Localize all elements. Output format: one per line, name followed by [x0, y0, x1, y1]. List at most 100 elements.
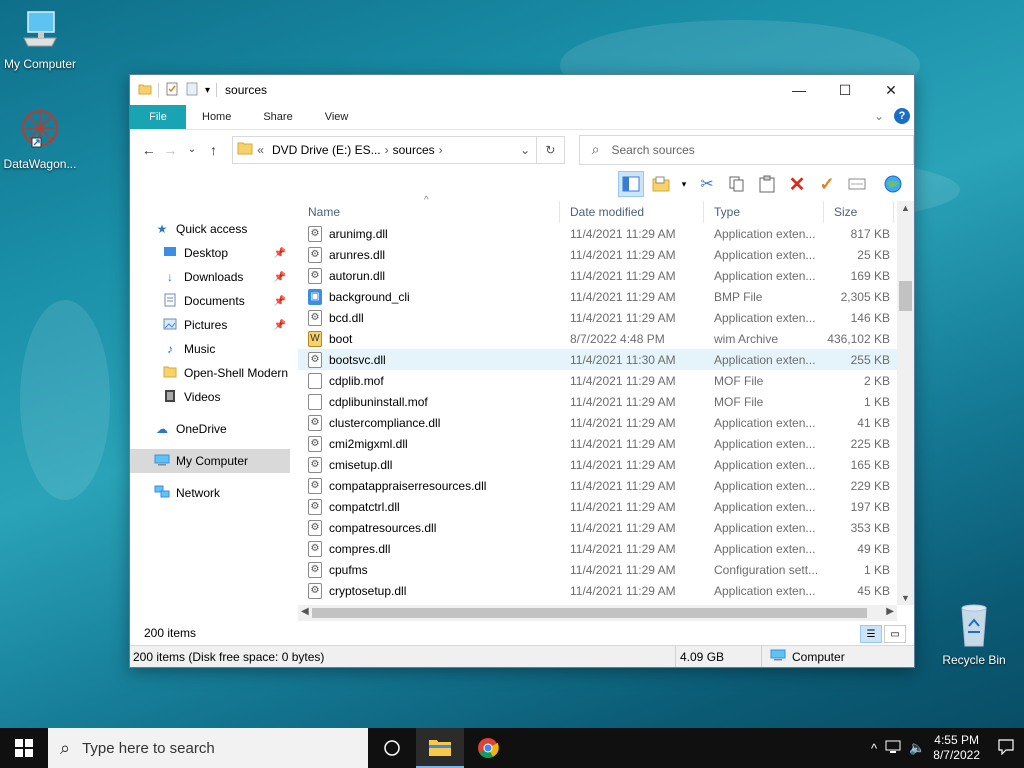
address-bar[interactable]: « DVD Drive (E:) ES... › sources › ⌄ — [232, 135, 538, 164]
details-view-button[interactable]: ☰ — [860, 625, 882, 643]
desktop-icon-my-computer[interactable]: My Computer — [0, 10, 80, 71]
horizontal-scrollbar[interactable]: ◀ ▶ — [298, 605, 897, 621]
breadcrumb-separator[interactable]: › — [439, 143, 443, 157]
table-row[interactable]: ⚙ compres.dll 11/4/2021 11:29 AM Applicatio… — [298, 538, 914, 559]
table-row[interactable]: ⚙ bootsvc.dll 11/4/2021 11:30 AM Applicatio… — [298, 349, 914, 370]
volume-icon[interactable]: 🔈 — [909, 740, 925, 756]
nav-my-computer[interactable]: My Computer — [130, 449, 290, 473]
tab-file[interactable]: File — [130, 105, 186, 129]
tab-home[interactable]: Home — [186, 105, 247, 129]
task-view-button[interactable] — [368, 728, 416, 768]
table-row[interactable]: ⚙ cpufms 11/4/2021 11:29 AM Configuration s… — [298, 559, 914, 580]
file-icon: ⚙ — [308, 498, 322, 515]
breadcrumb-overflow[interactable]: « — [257, 143, 264, 157]
notifications-icon[interactable] — [998, 738, 1014, 758]
nav-onedrive[interactable]: ☁ OneDrive — [130, 417, 290, 441]
email-button[interactable] — [844, 171, 870, 197]
breadcrumb-separator[interactable]: › — [385, 143, 389, 157]
table-row[interactable]: ⚙ cmi2migxml.dll 11/4/2021 11:29 AM Applica… — [298, 433, 914, 454]
network-status-icon[interactable] — [885, 740, 901, 757]
table-row[interactable]: ⚙ cryptosetup.dll 11/4/2021 11:29 AM Applic… — [298, 580, 914, 601]
scroll-down-arrow[interactable]: ▼ — [897, 593, 914, 603]
taskbar-search-input[interactable] — [82, 739, 333, 757]
table-row[interactable]: ⚙ compatctrl.dll 11/4/2021 11:29 AM Applica… — [298, 496, 914, 517]
file-date: 11/4/2021 11:29 AM — [570, 247, 676, 262]
scroll-thumb[interactable] — [899, 281, 912, 311]
table-row[interactable]: cdplibuninstall.mof 11/4/2021 11:29 AM MOF… — [298, 391, 914, 412]
file-name: autorun.dll — [329, 268, 386, 283]
breadcrumb-dvd-drive[interactable]: DVD Drive (E:) ES... — [272, 143, 381, 157]
properties-button[interactable]: ✓ — [814, 171, 840, 197]
clock[interactable]: 4:55 PM 8/7/2022 — [933, 733, 980, 763]
column-type[interactable]: Type — [704, 201, 824, 223]
table-row[interactable]: ⚙ arunres.dll 11/4/2021 11:29 AM Applicatio… — [298, 244, 914, 265]
table-row[interactable]: ⚙ compatresources.dll 11/4/2021 11:29 AM Ap… — [298, 517, 914, 538]
nav-documents[interactable]: Documents 📌 — [130, 289, 290, 313]
folder-options-button[interactable] — [648, 171, 674, 197]
nav-music[interactable]: ♪ Music — [130, 337, 290, 361]
address-dropdown-button[interactable]: ⌄ — [514, 143, 536, 157]
table-row[interactable]: ⚙ compatappraiserresources.dll 11/4/2021 1… — [298, 475, 914, 496]
column-size[interactable]: Size — [824, 201, 894, 223]
recent-locations-button[interactable]: ⌄ — [181, 144, 203, 155]
search-input[interactable] — [611, 142, 892, 157]
tab-view[interactable]: View — [309, 105, 365, 129]
back-button[interactable]: ← — [138, 142, 160, 158]
internet-button[interactable] — [880, 171, 906, 197]
large-icons-view-button[interactable]: ▭ — [884, 625, 906, 643]
tab-share[interactable]: Share — [247, 105, 308, 129]
new-folder-icon[interactable] — [185, 82, 199, 99]
taskbar-search-box[interactable]: ⌕ — [48, 728, 368, 768]
nav-quick-access[interactable]: ★ Quick access — [130, 217, 290, 241]
table-row[interactable]: ⚙ arunimg.dll 11/4/2021 11:29 AM Applicatio… — [298, 223, 914, 244]
desktop-icon-datawagon[interactable]: DataWagon... — [0, 108, 80, 171]
scroll-thumb[interactable] — [312, 608, 867, 618]
table-row[interactable]: ⚙ clustercompliance.dll 11/4/2021 11:29 AM… — [298, 412, 914, 433]
help-icon[interactable]: ? — [894, 108, 910, 124]
delete-button[interactable]: ✕ — [784, 171, 810, 197]
nav-pictures[interactable]: Pictures 📌 — [130, 313, 290, 337]
desktop-icon — [162, 246, 178, 261]
refresh-button[interactable]: ↻ — [537, 135, 565, 164]
scroll-right-arrow[interactable]: ▶ — [886, 606, 894, 617]
breadcrumb-sources[interactable]: sources — [393, 143, 435, 157]
column-name[interactable]: Name — [298, 201, 560, 223]
nav-network[interactable]: Network — [130, 481, 290, 505]
vertical-scrollbar[interactable]: ▲ ▼ — [897, 201, 914, 605]
start-button[interactable] — [0, 728, 48, 768]
table-row[interactable]: ⚙ cmisetup.dll 11/4/2021 11:29 AM Applicati… — [298, 454, 914, 475]
desktop-icon-recycle-bin[interactable]: Recycle Bin — [934, 602, 1014, 667]
scroll-left-arrow[interactable]: ◀ — [301, 606, 309, 617]
nav-open-shell-modern[interactable]: Open-Shell Modern — [130, 361, 290, 385]
customize-qat-icon[interactable]: ▾ — [205, 85, 210, 96]
close-button[interactable]: ✕ — [868, 75, 914, 105]
title-bar[interactable]: ▾ sources — ☐ ✕ — [130, 75, 914, 105]
properties-icon[interactable] — [165, 82, 179, 99]
maximize-button[interactable]: ☐ — [822, 75, 868, 105]
table-row[interactable]: cdplib.mof 11/4/2021 11:29 AM MOF File 2 KB — [298, 370, 914, 391]
scroll-up-arrow[interactable]: ▲ — [897, 203, 914, 213]
search-box[interactable]: ⌕ — [578, 134, 915, 165]
expand-ribbon-icon[interactable]: ⌄ — [874, 109, 884, 123]
up-button[interactable]: ↑ — [203, 142, 225, 158]
table-row[interactable]: ⚙ autorun.dll 11/4/2021 11:29 AM Applicatio… — [298, 265, 914, 286]
copy-button[interactable] — [724, 171, 750, 197]
file-date: 11/4/2021 11:30 AM — [570, 352, 676, 367]
navigation-pane-button[interactable] — [618, 171, 644, 197]
table-row[interactable]: ⚙ bcd.dll 11/4/2021 11:29 AM Application ex… — [298, 307, 914, 328]
table-row[interactable]: ▣ background_cli 11/4/2021 11:29 AM BMP Fil… — [298, 286, 914, 307]
taskbar-file-explorer[interactable] — [416, 728, 464, 768]
nav-desktop[interactable]: Desktop 📌 — [130, 241, 290, 265]
taskbar-chrome[interactable] — [464, 728, 512, 768]
table-row[interactable]: Wboot 8/7/2022 4:48 PM wim Archive 436,102 … — [298, 328, 914, 349]
minimize-button[interactable]: — — [776, 75, 822, 105]
folder-options-dropdown[interactable]: ▾ — [678, 171, 690, 197]
cut-button[interactable]: ✂ — [694, 171, 720, 197]
nav-downloads[interactable]: ↓ Downloads 📌 — [130, 265, 290, 289]
show-hidden-icons-button[interactable]: ^ — [871, 741, 877, 756]
paste-button[interactable] — [754, 171, 780, 197]
nav-videos[interactable]: Videos — [130, 385, 290, 409]
classic-toolbar: ▾ ✂ ✕ ✓ — [130, 169, 914, 199]
forward-button[interactable]: → — [160, 142, 182, 158]
column-date-modified[interactable]: Date modified — [560, 201, 704, 223]
